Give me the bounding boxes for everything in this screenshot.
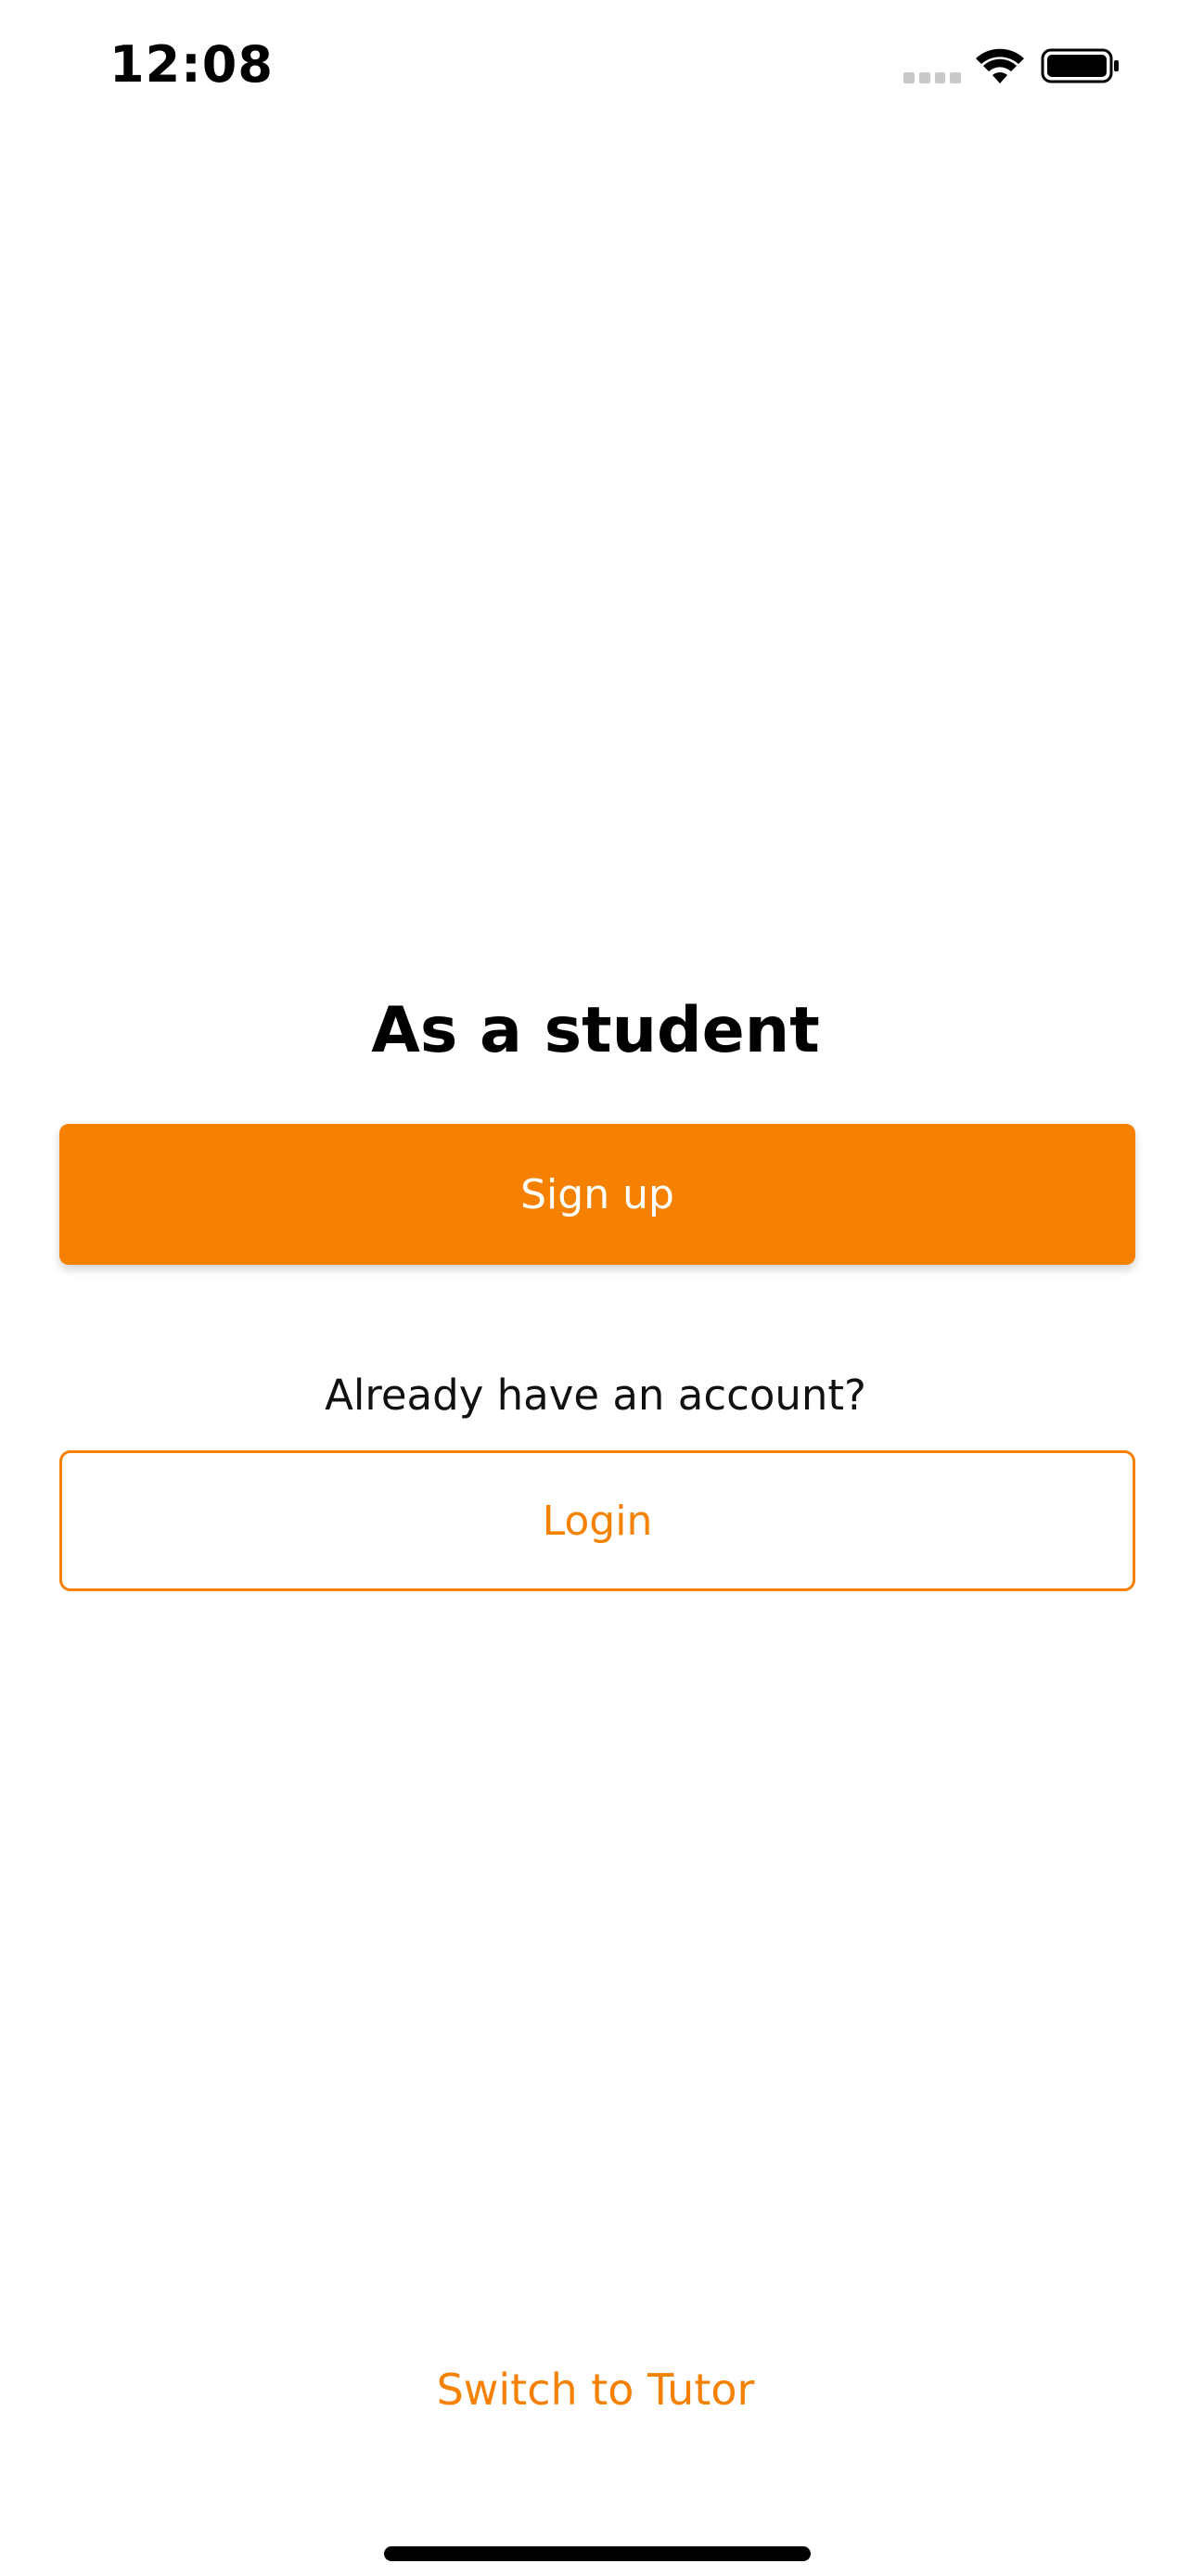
account-prompt: Already have an account? — [325, 1371, 866, 1420]
status-bar: 12:08 — [0, 0, 1191, 139]
login-button[interactable]: Login — [59, 1450, 1135, 1591]
status-time: 12:08 — [109, 35, 274, 94]
signup-button-label: Sign up — [520, 1170, 674, 1218]
page-title: As a student — [371, 994, 820, 1067]
switch-to-tutor-link[interactable]: Switch to Tutor — [0, 2365, 1191, 2415]
signup-button[interactable]: Sign up — [59, 1124, 1135, 1265]
home-indicator[interactable] — [384, 2546, 811, 2561]
signal-icon — [903, 72, 961, 83]
wifi-icon — [976, 48, 1024, 83]
login-button-label: Login — [542, 1497, 653, 1545]
battery-icon — [1041, 48, 1119, 83]
